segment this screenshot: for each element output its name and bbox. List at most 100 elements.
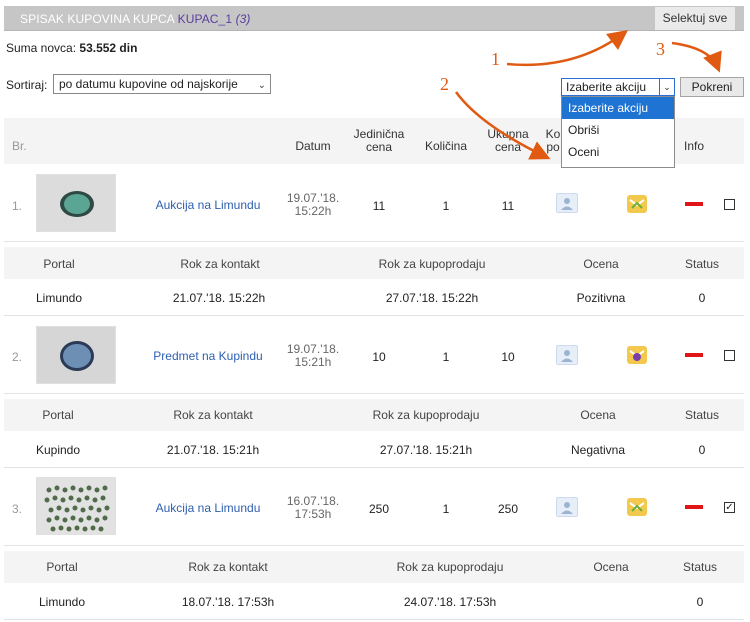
details-sale-label: Rok za kupoprodaju [378, 257, 486, 271]
item-thumbnail[interactable] [36, 326, 116, 384]
quantity: 1 [442, 350, 450, 364]
details-contact-label: Rok za kontakt [188, 560, 268, 574]
sum-label: Suma novca: [6, 41, 77, 55]
row-divider [4, 393, 744, 394]
item-image [37, 175, 115, 231]
total-price: 10 [501, 350, 515, 364]
details-status: 0 [696, 595, 704, 609]
row-divider [4, 241, 744, 242]
details-portal: Kupindo [35, 443, 81, 457]
send-message-icon[interactable] [626, 345, 648, 365]
remove-icon[interactable] [685, 202, 703, 206]
title-text: SPISAK KUPOVINA KUPCA [20, 12, 175, 26]
sort-select[interactable]: po datumu kupovine od najskorije ⌄ [53, 74, 271, 94]
details-sale-label: Rok za kupoprodaju [372, 408, 480, 422]
total-price: 250 [497, 502, 519, 516]
unit-price: 11 [372, 199, 386, 213]
column-unit-price-line2: cena [365, 140, 393, 154]
run-action-button[interactable]: Pokreni [680, 77, 744, 97]
details-status-label: Status [682, 560, 718, 574]
annotation-step-2: 2 [440, 74, 449, 94]
action-select[interactable]: Izaberite akciju ⌄ [561, 78, 675, 96]
quantity: 1 [442, 502, 450, 516]
action-option-delete[interactable]: Obriši [562, 119, 674, 141]
details-sale-deadline: 27.07.'18. 15:22h [385, 291, 479, 305]
details-portal-label: Portal [46, 560, 78, 574]
details-rating-label: Ocena [593, 560, 629, 574]
column-total-line2: cena [494, 140, 522, 154]
unit-price: 250 [368, 502, 390, 516]
details-sale-label: Rok za kupoprodaju [396, 560, 504, 574]
row-divider [4, 315, 744, 316]
details-rating: Negativna [570, 443, 626, 457]
contact-person-icon[interactable] [556, 497, 578, 517]
row-divider [4, 619, 744, 620]
send-message-icon[interactable] [626, 194, 648, 214]
details-status: 0 [698, 443, 706, 457]
details-contact-label: Rok za kontakt [173, 408, 253, 422]
sort-selected-value: po datumu kupovine od najskorije [59, 77, 238, 91]
details-rating-label: Ocena [580, 408, 616, 422]
row-index: 1. [12, 199, 23, 213]
details-status-label: Status [684, 257, 720, 271]
row-divider [4, 545, 744, 546]
details-header [4, 551, 744, 583]
chevron-down-icon: ⌄ [257, 80, 266, 91]
annotation-step-3: 3 [656, 39, 665, 59]
sum-value: 53.552 din [79, 41, 138, 55]
unit-price: 10 [372, 350, 386, 364]
details-portal-label: Portal [43, 257, 75, 271]
column-quantity: Količina [424, 139, 468, 153]
purchase-date-line2: 15:22h [294, 204, 332, 218]
annotation-step-1: 1 [491, 49, 500, 69]
details-portal: Limundo [38, 595, 86, 609]
details-portal-label: Portal [42, 408, 74, 422]
item-thumbnail[interactable] [36, 477, 116, 535]
details-rating: Pozitivna [576, 291, 626, 305]
item-thumbnail[interactable] [36, 174, 116, 232]
details-contact-deadline: 21.07.'18. 15:22h [172, 291, 266, 305]
row-checkbox-checked[interactable]: ✓ [724, 502, 735, 513]
details-contact-deadline: 18.07.'18. 17:53h [181, 595, 275, 609]
row-checkbox[interactable] [724, 199, 735, 210]
select-all-button[interactable]: Selektuj sve [654, 6, 736, 30]
details-portal: Limundo [35, 291, 83, 305]
purchase-date-line2: 15:21h [294, 355, 332, 369]
total-price: 11 [501, 199, 515, 213]
details-header [4, 247, 744, 279]
column-date: Datum [295, 139, 331, 153]
purchases-header: SPISAK KUPOVINA KUPCA KUPAC_1 (3) Selekt… [4, 6, 744, 31]
buyer-name: KUPAC_1 [177, 12, 233, 26]
action-dropdown-list: Izaberite akciju Obriši Oceni [561, 96, 675, 168]
purchase-date-line2: 17:53h [294, 507, 332, 521]
details-contact-deadline: 21.07.'18. 15:21h [166, 443, 260, 457]
row-index: 3. [12, 502, 23, 516]
details-rating-label: Ocena [583, 257, 619, 271]
column-info: Info [683, 139, 705, 153]
action-selected-value: Izaberite akciju [566, 80, 647, 94]
send-message-icon[interactable] [626, 497, 648, 517]
action-option-choose[interactable]: Izaberite akciju [562, 97, 674, 119]
details-contact-label: Rok za kontakt [180, 257, 260, 271]
remove-icon[interactable] [685, 505, 703, 509]
details-status-label: Status [684, 408, 720, 422]
row-divider [4, 467, 744, 468]
column-contact-line2: po [546, 140, 560, 154]
row-checkbox[interactable] [724, 350, 735, 361]
contact-person-icon[interactable] [556, 345, 578, 365]
chevron-down-icon: ⌄ [659, 79, 674, 95]
column-br: Br. [12, 139, 27, 153]
row-index: 2. [12, 350, 23, 364]
details-status: 0 [698, 291, 706, 305]
item-link[interactable]: Aukcija na Limundu [156, 501, 261, 515]
contact-person-icon[interactable] [556, 193, 578, 213]
item-link[interactable]: Aukcija na Limundu [156, 198, 261, 212]
item-image [37, 478, 115, 534]
purchase-count: (3) [235, 12, 251, 26]
remove-icon[interactable] [685, 353, 703, 357]
details-sale-deadline: 24.07.'18. 17:53h [403, 595, 497, 609]
sort-label: Sortiraj: [6, 78, 48, 92]
details-sale-deadline: 27.07.'18. 15:21h [379, 443, 473, 457]
item-link[interactable]: Predmet na Kupindu [153, 349, 262, 363]
action-option-rate[interactable]: Oceni [562, 141, 674, 163]
